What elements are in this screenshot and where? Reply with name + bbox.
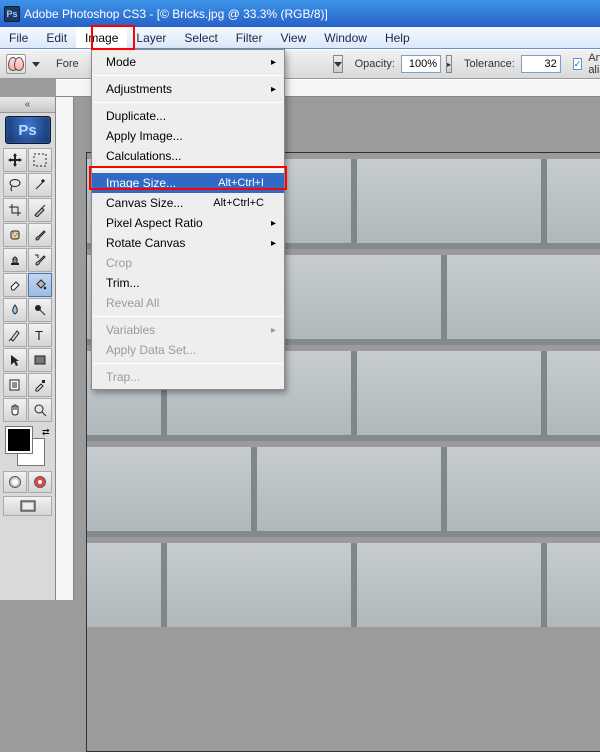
shortcut-label: Alt+Ctrl+I — [218, 177, 264, 189]
tool-type[interactable]: T — [28, 323, 52, 347]
menu-canvas-size[interactable]: Canvas Size...Alt+Ctrl+C — [92, 193, 284, 213]
tool-zoom[interactable] — [28, 398, 52, 422]
tool-stamp[interactable] — [3, 248, 27, 272]
menu-help[interactable]: Help — [376, 27, 419, 48]
menu-trap: Trap... — [92, 367, 284, 387]
menu-layer[interactable]: Layer — [127, 27, 175, 48]
tool-eraser[interactable] — [3, 273, 27, 297]
menu-image[interactable]: Image — [76, 27, 127, 48]
ps-badge-icon: Ps — [5, 116, 51, 144]
tool-brush[interactable] — [28, 223, 52, 247]
menu-apply-image[interactable]: Apply Image... — [92, 126, 284, 146]
tool-wand[interactable] — [28, 173, 52, 197]
menu-window[interactable]: Window — [315, 27, 376, 48]
toolbox: « Ps T ⇄ — [0, 97, 56, 600]
menu-file[interactable]: File — [0, 27, 37, 48]
tool-slice[interactable] — [28, 198, 52, 222]
menu-bar: File Edit Image Layer Select Filter View… — [0, 27, 600, 49]
tool-crop[interactable] — [3, 198, 27, 222]
toolbox-collapse-icon[interactable]: « — [0, 97, 55, 113]
menu-separator — [93, 75, 283, 76]
tool-notes[interactable] — [3, 373, 27, 397]
menu-view[interactable]: View — [271, 27, 315, 48]
anti-alias-checkbox[interactable]: ✓ — [573, 58, 583, 70]
menu-separator — [93, 169, 283, 170]
tool-healing[interactable] — [3, 223, 27, 247]
menu-calculations[interactable]: Calculations... — [92, 146, 284, 166]
shortcut-label: Alt+Ctrl+C — [213, 197, 264, 209]
screen-mode-icon[interactable] — [3, 496, 52, 516]
foreground-swatch[interactable] — [6, 427, 32, 453]
tool-eyedropper[interactable] — [28, 373, 52, 397]
tolerance-field[interactable] — [521, 55, 561, 73]
menu-pixel-aspect[interactable]: Pixel Aspect Ratio — [92, 213, 284, 233]
tool-shape[interactable] — [28, 348, 52, 372]
tool-path-select[interactable] — [3, 348, 27, 372]
mode-dropdown-icon[interactable] — [333, 55, 343, 73]
menu-filter[interactable]: Filter — [227, 27, 272, 48]
tool-preset-icon[interactable] — [6, 54, 26, 74]
opacity-field[interactable] — [401, 55, 441, 73]
quickmask-mode-icon[interactable] — [28, 471, 52, 493]
image-menu-dropdown: Mode Adjustments Duplicate... Apply Imag… — [91, 49, 285, 390]
svg-text:T: T — [35, 328, 43, 342]
tool-dodge[interactable] — [28, 298, 52, 322]
menu-edit[interactable]: Edit — [37, 27, 76, 48]
menu-mode[interactable]: Mode — [92, 52, 284, 72]
tool-history-brush[interactable] — [28, 248, 52, 272]
menu-reveal-all: Reveal All — [92, 293, 284, 313]
opacity-label: Opacity: — [355, 58, 395, 70]
foreground-label: Fore — [56, 58, 79, 70]
window-title: Adobe Photoshop CS3 - [© Bricks.jpg @ 33… — [24, 7, 328, 21]
menu-rotate-canvas[interactable]: Rotate Canvas — [92, 233, 284, 253]
menu-separator — [93, 102, 283, 103]
menu-variables: Variables — [92, 320, 284, 340]
menu-separator — [93, 363, 283, 364]
menu-apply-data-set: Apply Data Set... — [92, 340, 284, 360]
tool-bucket[interactable] — [28, 273, 52, 297]
menu-separator — [93, 316, 283, 317]
tool-preset-dropdown-icon[interactable] — [32, 62, 40, 67]
menu-adjustments[interactable]: Adjustments — [92, 79, 284, 99]
menu-trim[interactable]: Trim... — [92, 273, 284, 293]
tolerance-label: Tolerance: — [464, 58, 515, 70]
tool-marquee[interactable] — [28, 148, 52, 172]
tool-move[interactable] — [3, 148, 27, 172]
anti-alias-label: Anti-alias — [588, 52, 600, 76]
swap-colors-icon[interactable]: ⇄ — [42, 427, 50, 438]
tool-blur[interactable] — [3, 298, 27, 322]
tool-pen[interactable] — [3, 323, 27, 347]
menu-duplicate[interactable]: Duplicate... — [92, 106, 284, 126]
options-bar: Fore Opacity: ▸ Tolerance: ✓ Anti-alias … — [0, 49, 600, 79]
color-swatches[interactable]: ⇄ — [6, 427, 50, 467]
tool-lasso[interactable] — [3, 173, 27, 197]
menu-crop: Crop — [92, 253, 284, 273]
menu-image-size[interactable]: Image Size...Alt+Ctrl+I — [92, 173, 284, 193]
standard-mode-icon[interactable] — [3, 471, 27, 493]
title-bar: Ps Adobe Photoshop CS3 - [© Bricks.jpg @… — [0, 0, 600, 27]
menu-select[interactable]: Select — [175, 27, 226, 48]
opacity-flyout-icon[interactable]: ▸ — [446, 55, 452, 73]
tool-hand[interactable] — [3, 398, 27, 422]
ruler-vertical — [56, 97, 74, 600]
app-icon: Ps — [4, 6, 20, 22]
